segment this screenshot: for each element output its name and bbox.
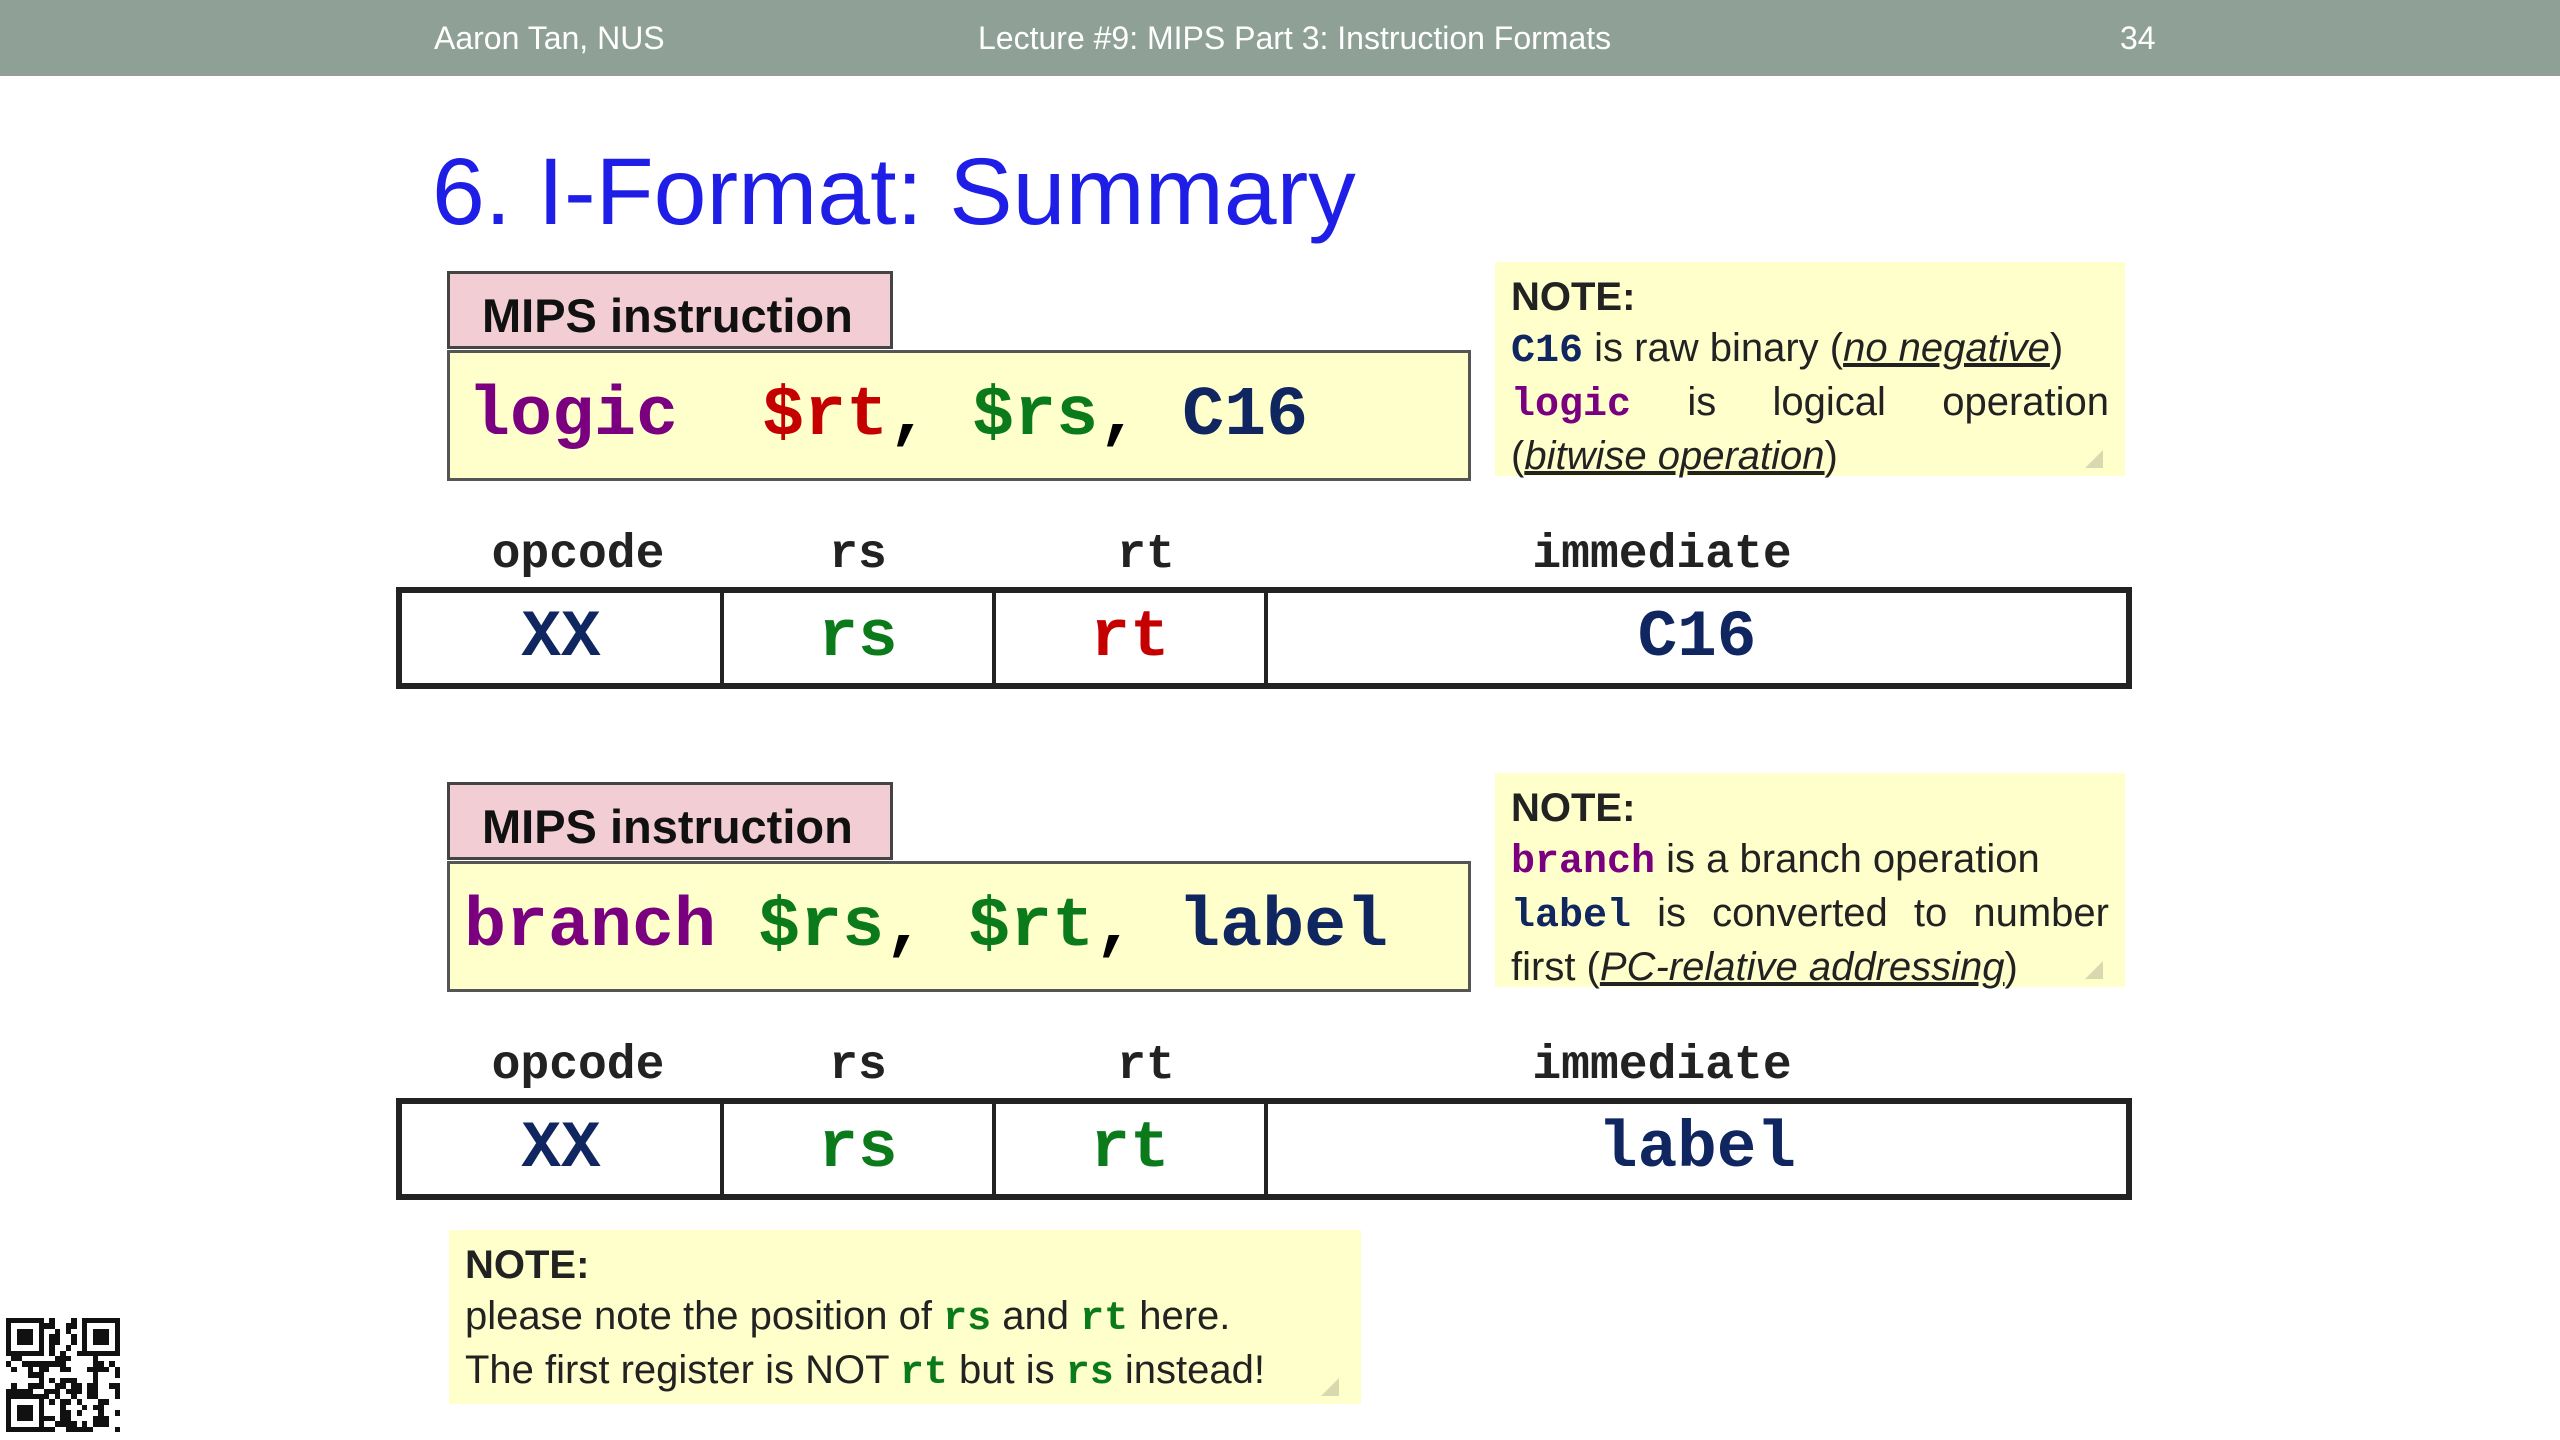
page-curl-icon [2085,961,2103,979]
branch-format-table: XX rs rt label [396,1098,2132,1200]
note-text: ) [1824,434,1838,478]
note-text: ( [1511,434,1525,478]
note-text: is raw binary ( [1583,326,1844,370]
note-em-pc-relative: PC-relative addressing [1599,945,2005,989]
note-code-rs: rs [943,1297,992,1342]
logic-sep1: , [888,377,973,456]
note-text: but is [947,1348,1066,1392]
field-label-rt: rt [1117,528,1175,582]
note-text: The first register is NOT [465,1348,900,1392]
logic-note: NOTE: C16 is raw binary (no negative) lo… [1495,262,2125,478]
field-label-rs: rs [829,528,887,582]
field-rt: rt [996,1104,1268,1194]
field-opcode: XX [402,593,724,683]
field-label-immediate: immediate [1532,528,1792,582]
branch-instruction-syntax: branch $rs, $rt, label [447,861,1471,992]
note-em-bitwise: bitwise operation [1524,434,1825,478]
page-curl-icon [2085,450,2103,468]
note-text: first ( [1511,945,1600,989]
field-immediate: C16 [1637,600,1757,675]
branch-op: branch [464,888,717,967]
field-rs: rs [724,1104,996,1194]
note-code-branch: branch [1511,840,1656,885]
logic-note-line1: C16 is raw binary (no negative) [1511,323,2109,377]
note-text: is a branch operation [1655,837,2040,881]
logic-sep2: , [1098,377,1183,456]
field-immediate: label [1597,1111,1797,1186]
field-label-opcode: opcode [491,1039,665,1093]
header-lecture-title: Lecture #9: MIPS Part 3: Instruction For… [978,20,1612,56]
note-code-rt: rt [1080,1297,1129,1342]
slide-header: Aaron Tan, NUS Lecture #9: MIPS Part 3: … [0,0,2560,76]
note-text: and [991,1294,1081,1338]
logic-arg-c16: C16 [1182,377,1309,456]
bottom-note-heading: NOTE: [465,1243,590,1287]
note-text: instead! [1113,1348,1265,1392]
branch-sep1: , [884,888,969,967]
note-text: here. [1128,1294,1231,1338]
bottom-note-line1: please note the position of rs and rt he… [465,1291,1345,1345]
note-code-rs: rs [1065,1351,1114,1396]
branch-note-line1: branch is a branch operation [1511,834,2109,888]
field-label-opcode: opcode [491,528,665,582]
note-text: is converted to number [1631,891,2109,935]
logic-instruction-tab: MIPS instruction [447,271,893,349]
note-text: please note the position of [465,1294,944,1338]
note-code-label: label [1511,894,1632,939]
logic-arg-rs: $rs [972,377,1099,456]
logic-arg-rt: $rt [762,377,889,456]
field-rt: rt [996,593,1268,683]
branch-note-heading: NOTE: [1511,786,1636,830]
qr-module [114,1426,120,1432]
note-text: is logical operation [1631,380,2109,424]
field-opcode: XX [402,1104,724,1194]
field-rs: rs [724,593,996,683]
branch-note-line3: first (PC-relative addressing) [1511,942,2109,993]
field-label-immediate: immediate [1532,1039,1792,1093]
field-label-rt: rt [1117,1039,1175,1093]
note-text: ) [2049,326,2064,370]
branch-arg-label: label [1178,888,1389,967]
logic-note-line2: logic is logical operation [1511,377,2109,431]
bottom-note-line2: The first register is NOT rt but is rs i… [465,1345,1345,1399]
field-label-rs: rs [829,1039,887,1093]
note-code-logic: logic [1511,383,1632,428]
page-curl-icon [1321,1378,1339,1396]
slide-title: 6. I-Format: Summary [432,139,1356,245]
logic-format-table: XX rs rt C16 [396,587,2132,689]
logic-op: logic [468,377,679,456]
branch-arg-rs: $rs [758,888,885,967]
logic-note-heading: NOTE: [1511,275,1636,319]
branch-instruction-tab: MIPS instruction [447,782,893,860]
header-page-number: 34 [2120,20,2156,56]
bottom-note: NOTE: please note the position of rs and… [449,1230,1361,1404]
qr-code-icon [6,1318,120,1432]
logic-note-line3: (bitwise operation) [1511,431,2109,482]
note-code-c16: C16 [1511,329,1584,374]
note-text: ) [2004,945,2018,989]
branch-sep2: , [1094,888,1179,967]
branch-note-line2: label is converted to number [1511,888,2109,942]
logic-instruction-syntax: logic $rt, $rs, C16 [447,350,1471,481]
header-author: Aaron Tan, NUS [434,20,665,56]
branch-note: NOTE: branch is a branch operation label… [1495,773,2125,989]
note-em-no-negative: no negative [1843,326,2050,370]
note-code-rt: rt [899,1351,948,1396]
branch-arg-rt: $rt [968,888,1095,967]
